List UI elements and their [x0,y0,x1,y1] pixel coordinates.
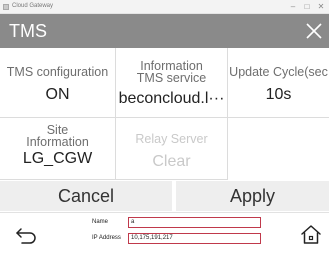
site-information-value: LG_CGW [22,150,93,167]
tms-service-label-line2: TMS service [136,71,207,85]
relay-server-tile: Relay Server Clear [116,118,228,180]
page-title: TMS [9,21,47,41]
empty-tile [228,118,329,180]
back-arrow-icon[interactable] [15,225,39,245]
update-cycle-tile[interactable]: Update Cycle(sec 10s [228,48,329,118]
bottom-bar: Name a IP Address 10,175,191,217 [0,212,329,261]
name-label: Name [92,219,109,225]
tms-configuration-value: ON [45,86,70,103]
cancel-button[interactable]: Cancel [0,181,172,211]
window-close-button[interactable]: ✕ [314,2,328,12]
relay-server-label: Relay Server [135,132,208,146]
settings-row-1: TMS configuration ON Information TMS ser… [0,48,329,118]
close-icon[interactable] [303,20,325,42]
page-header: TMS [0,14,329,48]
window-title: Cloud Gateway [12,3,54,9]
window-minimize-button[interactable]: – [286,2,300,12]
app-icon [3,4,9,10]
settings-row-2: Site Information LG_CGW Relay Server Cle… [0,118,329,180]
ip-address-label: IP Address [92,235,121,241]
site-information-tile[interactable]: Site Information LG_CGW [0,118,116,180]
update-cycle-value: 10s [265,86,292,103]
action-buttons: Cancel Apply [0,181,329,211]
tms-service-tile[interactable]: Information TMS service beconcloud.l··· [116,48,228,118]
window-titlebar: Cloud Gateway – □ ✕ [0,0,329,14]
tms-configuration-label: TMS configuration [6,65,109,79]
ip-address-field[interactable]: 10,175,191,217 [128,233,261,244]
home-icon[interactable] [300,223,322,247]
tms-service-value: beconcloud.l··· [118,90,225,107]
apply-button[interactable]: Apply [176,181,329,211]
tms-configuration-tile[interactable]: TMS configuration ON [0,48,116,118]
window-maximize-button[interactable]: □ [300,2,314,12]
relay-server-value: Clear [152,153,191,170]
name-field[interactable]: a [128,217,261,228]
site-information-label-line2: Information [26,135,89,149]
update-cycle-label: Update Cycle(sec [229,65,328,79]
